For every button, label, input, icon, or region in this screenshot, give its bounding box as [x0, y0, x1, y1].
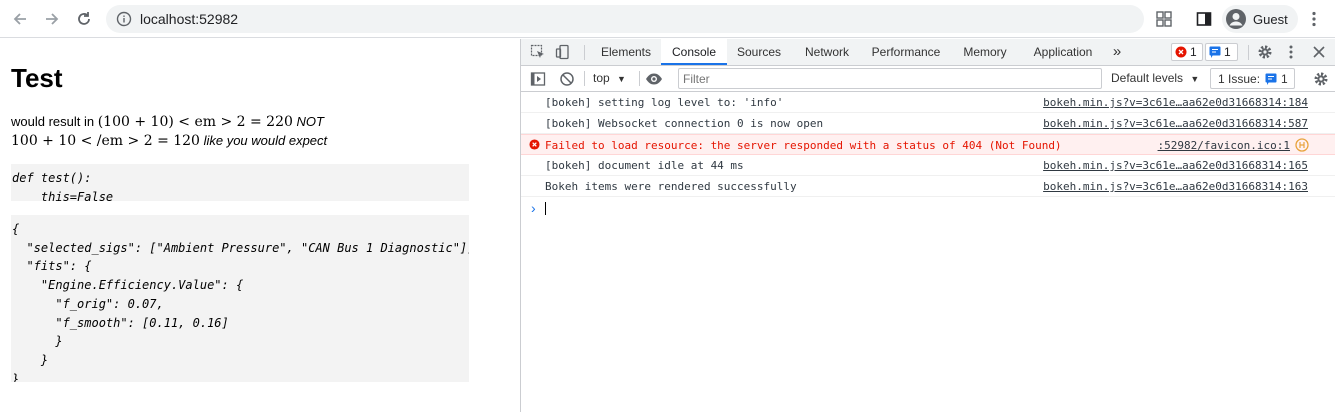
console-message-text: [bokeh] Websocket connection 0 is now op…: [545, 117, 824, 130]
math-expression-2: 100 + 10 < /em > 2 = 120: [11, 133, 200, 149]
grid-apps-icon: [1156, 11, 1172, 27]
profile-name: Guest: [1253, 11, 1288, 27]
text-line-1-prefix: would result in: [11, 114, 98, 129]
console-error-message: Failed to load resource: the server resp…: [521, 134, 1335, 155]
live-expression-eye-icon[interactable]: [645, 71, 663, 90]
issue-link-icon[interactable]: [1295, 138, 1309, 155]
math-expression-1: (100 + 10) < em > 2 = 220: [97, 114, 293, 130]
message-icon: [1209, 46, 1221, 58]
page-content: Test would result in (100 + 10) < em > 2…: [0, 39, 520, 412]
prompt-chevron-icon: ›: [531, 200, 536, 216]
error-icon: [529, 139, 540, 153]
arrow-right-icon: [46, 13, 59, 25]
code-block-json: { "selected_sigs": ["Ambient Pressure", …: [11, 215, 469, 382]
text-line-2-suffix: like you would expect: [199, 133, 328, 148]
tab-elements[interactable]: Elements: [593, 39, 659, 65]
issues-button[interactable]: 1 Issue: 1: [1210, 68, 1295, 89]
console-message-text: Bokeh items were rendered successfully: [545, 180, 797, 193]
side-panel-button[interactable]: [1192, 7, 1216, 31]
address-bar[interactable]: localhost:52982: [106, 5, 1144, 33]
tab-console[interactable]: Console: [661, 39, 727, 65]
devtools-panel: Elements Console Sources Network Perform…: [520, 39, 1335, 412]
close-devtools-icon[interactable]: [1312, 45, 1326, 62]
context-selector[interactable]: top ▼: [593, 71, 626, 85]
text-cursor: [545, 202, 546, 215]
avatar-icon: [1226, 9, 1246, 29]
console-source-link[interactable]: bokeh.min.js?v=3c61e…aa62e0d31668314:165: [1043, 159, 1308, 172]
console-message-text: [bokeh] document idle at 44 ms: [545, 159, 744, 172]
tab-performance[interactable]: Performance: [865, 39, 947, 65]
code-block-python: def test(): this=False: [11, 164, 469, 201]
more-tabs-button[interactable]: »: [1107, 39, 1127, 65]
issues-count: 1: [1281, 71, 1288, 86]
browser-toolbar: localhost:52982 Guest: [0, 0, 1335, 38]
console-message: [bokeh] setting log level to: 'info' bok…: [521, 92, 1335, 113]
tab-memory[interactable]: Memory: [953, 39, 1017, 65]
inspect-element-icon[interactable]: [530, 44, 546, 63]
console-filter-input[interactable]: [678, 68, 1102, 89]
extensions-button[interactable]: [1152, 7, 1176, 31]
back-button[interactable]: [8, 7, 32, 31]
dropdown-arrow-icon: ▼: [1190, 74, 1200, 84]
console-prompt[interactable]: ›: [521, 197, 1335, 219]
error-count: 1: [1190, 45, 1197, 59]
tab-separator: [584, 45, 585, 60]
error-icon: [1175, 46, 1187, 58]
dropdown-arrow-icon: ▼: [617, 74, 626, 84]
tab-separator: [1248, 45, 1249, 60]
profile-button[interactable]: Guest: [1222, 5, 1298, 33]
toolbar-separator: [584, 71, 585, 86]
tab-network[interactable]: Network: [793, 39, 861, 65]
message-count: 1: [1224, 45, 1231, 59]
text-line-2: 100 + 10 < /em > 2 = 120 like you would …: [11, 133, 327, 149]
reload-button[interactable]: [72, 7, 96, 31]
menu-button[interactable]: [1304, 7, 1324, 31]
console-message-text: [bokeh] setting log level to: 'info': [545, 96, 784, 109]
console-message: [bokeh] Websocket connection 0 is now op…: [521, 113, 1335, 134]
devtools-menu-icon[interactable]: [1289, 44, 1293, 63]
device-toolbar-icon[interactable]: [555, 44, 571, 63]
page-title: Test: [11, 63, 63, 93]
arrow-left-icon: [13, 13, 26, 25]
console-source-link[interactable]: :52982/favicon.ico:1: [1158, 139, 1290, 152]
log-levels-dropdown[interactable]: Default levels ▼: [1111, 71, 1199, 85]
console-source-link[interactable]: bokeh.min.js?v=3c61e…aa62e0d31668314:184: [1043, 96, 1308, 109]
forward-button[interactable]: [40, 7, 64, 31]
tab-application[interactable]: Application: [1025, 39, 1101, 65]
reload-icon: [78, 12, 90, 25]
message-icon: [1265, 73, 1277, 85]
tab-sources[interactable]: Sources: [729, 39, 789, 65]
info-icon[interactable]: [116, 11, 132, 30]
context-label: top: [593, 71, 610, 85]
error-count-badge[interactable]: 1: [1171, 43, 1203, 61]
console-source-link[interactable]: bokeh.min.js?v=3c61e…aa62e0d31668314:163: [1043, 180, 1308, 193]
toolbar-separator: [639, 71, 640, 86]
console-message-text: Failed to load resource: the server resp…: [545, 139, 1062, 152]
log-levels-label: Default levels: [1111, 71, 1184, 85]
sidebar-toggle-icon[interactable]: [530, 71, 546, 90]
console-message: [bokeh] document idle at 44 ms bokeh.min…: [521, 155, 1335, 176]
console-source-link[interactable]: bokeh.min.js?v=3c61e…aa62e0d31668314:587: [1043, 117, 1308, 130]
console-message: Bokeh items were rendered successfully b…: [521, 176, 1335, 197]
issues-label: 1 Issue:: [1218, 71, 1261, 86]
url-text: localhost:52982: [140, 11, 239, 27]
devtools-tab-bar: Elements Console Sources Network Perform…: [521, 39, 1335, 66]
message-count-badge[interactable]: 1: [1205, 43, 1238, 61]
text-line-1-suffix: NOT: [292, 114, 324, 129]
side-panel-icon: [1196, 12, 1212, 26]
console-messages: [bokeh] setting log level to: 'info' bok…: [521, 92, 1335, 219]
text-line-1: would result in (100 + 10) < em > 2 = 22…: [11, 114, 324, 130]
kebab-menu-icon: [1312, 11, 1316, 27]
clear-console-icon[interactable]: [559, 71, 575, 90]
console-toolbar: top ▼ Default levels ▼ 1 Issue: 1: [521, 66, 1335, 92]
settings-gear-icon[interactable]: [1257, 44, 1273, 63]
console-settings-gear-icon[interactable]: [1313, 71, 1329, 90]
